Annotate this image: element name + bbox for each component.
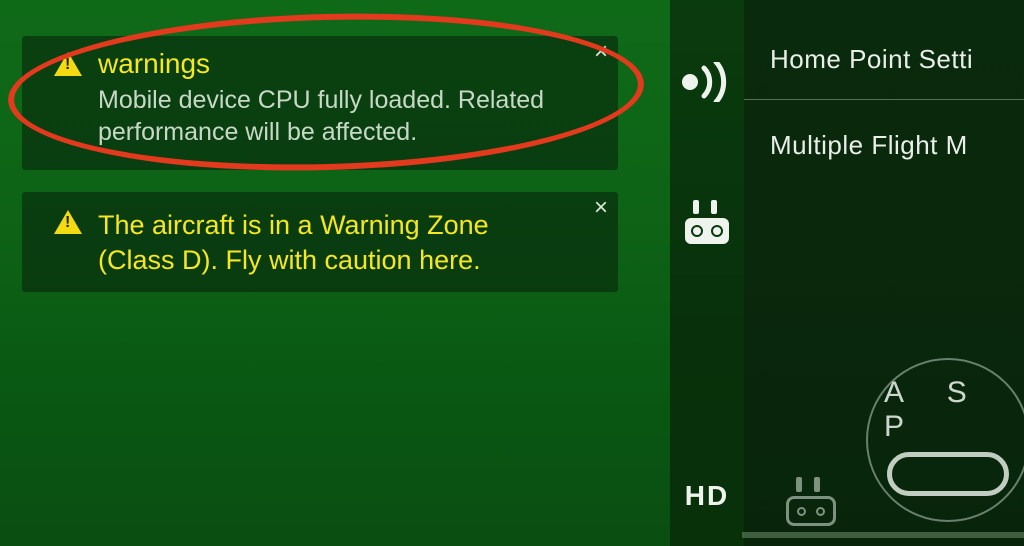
notification-body: The aircraft is in a Warning Zone (Class… (98, 208, 570, 277)
notification-cpu-warning: warnings Mobile device CPU fully loaded.… (22, 36, 618, 170)
notification-warning-zone: The aircraft is in a Warning Zone (Class… (22, 192, 618, 292)
flight-mode-letters: A S P (884, 376, 1024, 444)
close-icon[interactable]: × (594, 40, 608, 64)
remote-controller-icon (685, 200, 729, 244)
divider (744, 99, 1024, 100)
shelf-line (742, 532, 1024, 538)
signal-strength-icon (680, 62, 734, 102)
settings-panel: Home Point Setti Multiple Flight M A S P (744, 0, 1024, 546)
status-strip: HD (670, 0, 744, 546)
mode-switch-pill-icon (887, 452, 1009, 496)
settings-row-multiple-flight-mode[interactable]: Multiple Flight M (744, 114, 1024, 179)
remote-controller-icon (786, 477, 836, 526)
notification-body: Mobile device CPU fully loaded. Related … (98, 84, 570, 148)
warning-triangle-icon (54, 52, 82, 76)
flight-mode-dial[interactable]: A S P (866, 358, 1024, 522)
settings-row-home-point[interactable]: Home Point Setti (744, 28, 1024, 93)
warning-triangle-icon (54, 210, 82, 234)
hd-indicator: HD (685, 480, 729, 512)
close-icon[interactable]: × (594, 196, 608, 220)
notification-title: warnings (98, 48, 570, 80)
flight-mode-widget: A S P (742, 374, 1024, 546)
